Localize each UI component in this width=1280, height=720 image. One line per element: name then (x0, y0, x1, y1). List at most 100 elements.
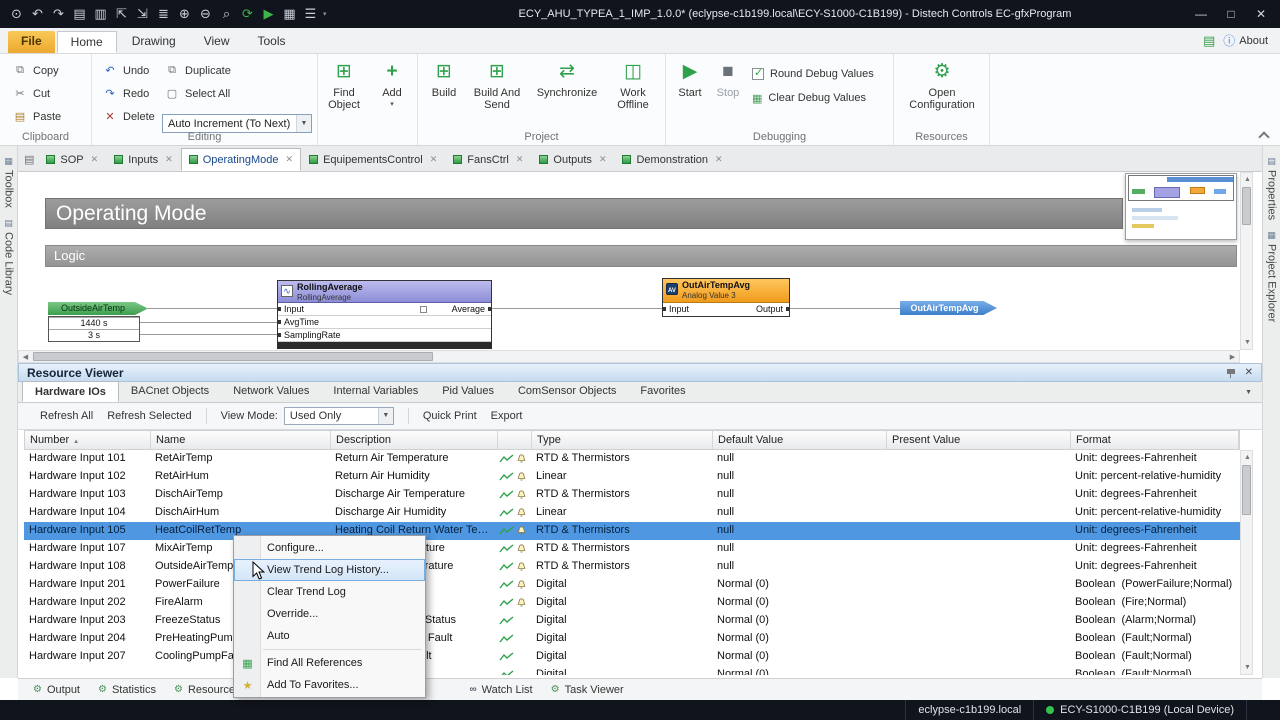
outairtempavg-block[interactable]: OutAirTempAvg Analog Value 3 Input Outpu… (662, 278, 790, 317)
bottom-panel-tab[interactable]: Output (24, 680, 89, 700)
close-tab-icon[interactable]: ✕ (715, 154, 723, 165)
table-vertical-scrollbar[interactable]: ▲ ▼ (1240, 450, 1253, 675)
maximize-button[interactable]: □ (1216, 7, 1246, 21)
scroll-down-icon[interactable]: ▼ (1241, 661, 1254, 674)
collapse-ribbon-button[interactable] (1259, 130, 1268, 139)
column-header[interactable]: Number ▲ (25, 431, 151, 449)
build-button[interactable]: Build (424, 59, 464, 99)
minimize-button[interactable]: — (1186, 7, 1216, 21)
chevron-down-icon[interactable]: ▼ (1245, 389, 1262, 396)
table-row[interactable]: Hardware Input 207 CoolingPumpFault Cool… (24, 648, 1240, 666)
canvas-vertical-scrollbar[interactable]: ▲ ▼ (1240, 172, 1253, 350)
context-menu-item[interactable]: Add To Favorites... (234, 674, 425, 696)
export-button[interactable]: Export (491, 410, 523, 422)
dock-tab[interactable]: Toolbox (0, 156, 17, 208)
scrollbar-thumb[interactable] (1242, 465, 1251, 515)
table-row[interactable]: Hardware Input 101 RetAirTemp Return Air… (24, 450, 1240, 468)
find-object-button[interactable]: Find Object (320, 59, 368, 111)
logic-canvas[interactable]: Operating Mode Logic OutsideAirTemp 1440… (18, 172, 1262, 363)
table-row[interactable]: Hardware Input 102 RetAirHum Return Air … (24, 468, 1240, 486)
input-port[interactable] (277, 307, 281, 311)
context-menu-item[interactable]: Configure... (234, 537, 425, 559)
output-reference-outairtempavg[interactable]: OutAirTempAvg (900, 301, 997, 315)
print-icon[interactable] (153, 0, 174, 28)
close-tab-icon[interactable]: ✕ (286, 154, 294, 165)
about-button[interactable]: ⓘ About (1223, 32, 1268, 49)
clear-debug-values-button[interactable]: Clear Debug Values (752, 86, 874, 110)
import-page-icon[interactable] (132, 0, 153, 28)
dock-tab[interactable]: Project Explorer (1263, 230, 1280, 322)
output-port[interactable] (786, 307, 790, 311)
refresh-selected-button[interactable]: Refresh Selected (107, 410, 191, 422)
close-tab-icon[interactable]: ✕ (516, 154, 524, 165)
stop-button[interactable]: Stop (710, 59, 746, 99)
export-page-icon[interactable] (111, 0, 132, 28)
select-all-button[interactable]: Select All (162, 82, 234, 105)
add-button[interactable]: Add ▾ (372, 59, 412, 108)
bottom-panel-tab[interactable]: Statistics (89, 680, 165, 700)
table-row[interactable]: Hardware Input 201 PowerFailure Power Fa… (24, 576, 1240, 594)
synchronize-button[interactable]: Synchronize (532, 59, 602, 99)
close-tab-icon[interactable]: ✕ (599, 154, 607, 165)
redo-icon[interactable] (48, 0, 69, 28)
bottom-panel-tab[interactable]: Task Viewer (542, 680, 633, 700)
help-pages-icon[interactable] (1203, 33, 1215, 49)
column-header[interactable]: Present Value▲ (887, 431, 1071, 449)
context-menu-item[interactable]: Auto (234, 625, 425, 647)
column-header[interactable]: Format▲ (1071, 431, 1239, 449)
dock-tab[interactable]: Code Library (0, 218, 17, 295)
paste-button[interactable]: Paste (10, 105, 64, 128)
document-tab[interactable]: Outputs ✕ (531, 148, 614, 171)
save-icon[interactable] (69, 0, 90, 28)
input-port[interactable] (277, 333, 281, 337)
round-debug-values-checkbox[interactable]: Round Debug Values (752, 62, 874, 86)
duplicate-button[interactable]: Duplicate (162, 59, 234, 82)
open-configuration-button[interactable]: Open Configuration (902, 59, 982, 111)
start-button[interactable]: Start (672, 59, 708, 99)
scrollbar-thumb[interactable] (33, 352, 433, 361)
zoom-in-icon[interactable] (174, 0, 195, 28)
document-tab[interactable]: SOP ✕ (38, 148, 106, 171)
redo-button[interactable]: Redo (100, 82, 158, 105)
document-tab[interactable]: OperatingMode ✕ (180, 148, 302, 171)
run-icon[interactable] (258, 0, 279, 28)
menu-tab[interactable]: View (191, 31, 243, 53)
table-row[interactable]: Hardware Input 104 DischAirHum Discharge… (24, 504, 1240, 522)
search-icon[interactable] (216, 0, 237, 28)
input-reference-outsideairtemp[interactable]: OutsideAirTemp (48, 302, 148, 315)
undo-icon[interactable] (27, 0, 48, 28)
refresh-all-button[interactable]: Refresh All (40, 410, 93, 422)
context-menu-item[interactable]: Override... (234, 603, 425, 625)
zoom-out-icon[interactable] (195, 0, 216, 28)
table-row[interactable]: Hardware Input 202 FireAlarm Fire Alarm … (24, 594, 1240, 612)
output-port[interactable] (488, 307, 492, 311)
context-menu-item[interactable]: Clear Trend Log (234, 581, 425, 603)
close-panel-icon[interactable]: ✕ (1245, 367, 1253, 378)
resource-viewer-tab[interactable]: BACnet Objects (119, 381, 221, 402)
pin-icon[interactable] (1226, 368, 1235, 378)
document-tab[interactable]: Demonstration ✕ (614, 148, 730, 171)
constant-value[interactable]: 3 s (49, 329, 139, 341)
scroll-up-icon[interactable]: ▲ (1241, 451, 1254, 464)
close-tab-icon[interactable]: ✕ (91, 154, 99, 165)
column-header[interactable]: Default Value▲ (713, 431, 887, 449)
constant-value[interactable]: 1440 s (49, 317, 139, 329)
list-icon[interactable] (300, 0, 321, 28)
menu-tab[interactable]: Tools (245, 31, 299, 53)
bottom-panel-tab[interactable]: Watch List (461, 680, 542, 700)
document-tab[interactable]: EquipementsControl ✕ (301, 148, 445, 171)
scroll-down-icon[interactable]: ▼ (1241, 336, 1254, 349)
work-offline-button[interactable]: Work Offline (606, 59, 660, 111)
table-row[interactable]: Hardware Input 203 FreezeStatus Freeze P… (24, 612, 1240, 630)
resource-viewer-tab[interactable]: Favorites (628, 381, 697, 402)
scroll-left-icon[interactable]: ◀ (19, 351, 32, 363)
scroll-up-icon[interactable]: ▲ (1241, 173, 1254, 186)
grid-icon[interactable] (279, 0, 300, 28)
rollingaverage-block[interactable]: RollingAverage RollingAverage Input Aver… (277, 280, 492, 349)
column-header[interactable]: Description▲ (331, 431, 498, 449)
column-header[interactable]: Name▲ (151, 431, 331, 449)
cut-button[interactable]: Cut (10, 82, 64, 105)
undo-button[interactable]: Undo (100, 59, 158, 82)
resource-viewer-tab[interactable]: Hardware IOs (22, 381, 119, 402)
constant-values-block[interactable]: 1440 s3 s (48, 316, 140, 342)
